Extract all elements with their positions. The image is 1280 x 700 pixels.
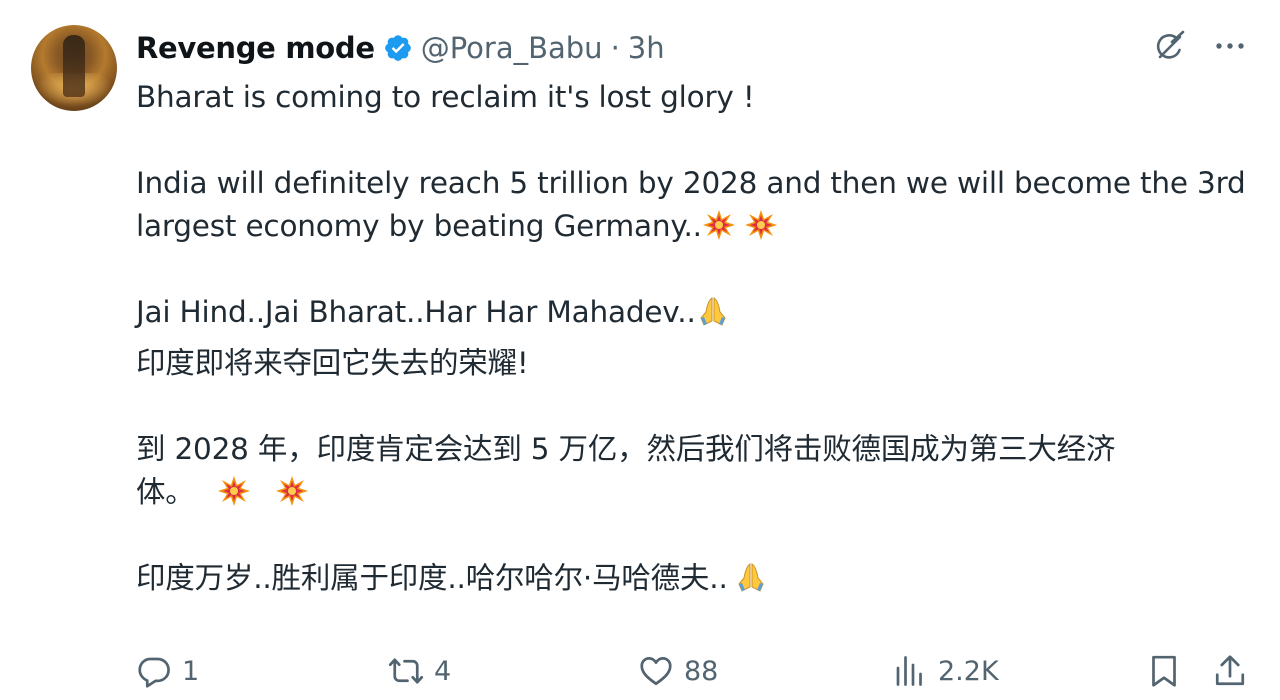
- repost-icon: [388, 658, 424, 684]
- tweet-line: 印度万岁..胜利属于印度..哈尔哈尔·马哈德夫..: [136, 557, 1246, 600]
- share-icon: [1215, 655, 1245, 686]
- reply-icon: [138, 657, 170, 688]
- tweet-line: 体。: [136, 471, 1246, 514]
- tweet-line-text: 印度万岁..胜利属于印度..哈尔哈尔·马哈德夫..: [136, 561, 728, 595]
- reply-button[interactable]: 1: [136, 648, 199, 694]
- tweet-line-text: Jai Hind..Jai Bharat..Har Har Mahadev..: [136, 295, 696, 329]
- tweet-timestamp[interactable]: 3h: [628, 31, 665, 65]
- bookmark-icon: [1152, 655, 1176, 687]
- bookmark-button[interactable]: [1146, 648, 1182, 694]
- collision-emoji: [217, 476, 250, 506]
- verified-badge-icon: [384, 35, 411, 61]
- views-button[interactable]: 2.2K: [892, 648, 999, 694]
- folded-hands-emoji: [700, 297, 726, 326]
- tweet-line: Bharat is coming to reclaim it's lost gl…: [136, 80, 755, 114]
- tweet-text: Bharat is coming to reclaim it's lost gl…: [136, 76, 1246, 600]
- like-button[interactable]: 88: [638, 648, 718, 694]
- grok-icon[interactable]: [1152, 28, 1188, 64]
- tweet-top-actions: [1152, 28, 1248, 64]
- tweet-line: 到 2028 年，印度肯定会达到 5 万亿，然后我们将击败德国成为第三大经济: [136, 432, 1116, 466]
- repost-button[interactable]: 4: [388, 648, 451, 694]
- tweet-line: largest economy by beating Germany..: [136, 205, 1246, 248]
- share-button[interactable]: [1212, 648, 1248, 694]
- tweet-line: 印度即将来夺回它失去的荣耀!: [136, 346, 529, 380]
- author-name[interactable]: Revenge mode: [136, 31, 375, 65]
- tweet-action-bar: 1 4 88 2.2K: [136, 648, 1248, 694]
- author-avatar[interactable]: [31, 25, 117, 111]
- tweet-line: Jai Hind..Jai Bharat..Har Har Mahadev..: [136, 291, 1246, 334]
- folded-hands-emoji: [738, 563, 764, 592]
- reply-count: 1: [182, 655, 200, 687]
- collision-emoji: [744, 210, 777, 240]
- tweet-line-text: largest economy by beating Germany..: [136, 209, 702, 243]
- tweet-line: India will definitely reach 5 trillion b…: [136, 166, 1246, 200]
- repost-count: 4: [434, 655, 452, 687]
- collision-emoji: [702, 210, 735, 240]
- views-count: 2.2K: [938, 655, 999, 687]
- avatar-figure: [63, 35, 85, 97]
- collision-emoji: [275, 476, 308, 506]
- views-icon: [896, 656, 922, 686]
- tweet-header: Revenge mode @Pora_Babu · 3h: [136, 27, 665, 69]
- like-count: 88: [684, 655, 719, 687]
- tweet-line-text: 体。: [136, 475, 195, 509]
- author-handle[interactable]: @Pora_Babu: [421, 31, 603, 65]
- more-icon[interactable]: [1212, 28, 1248, 64]
- heart-icon: [640, 657, 672, 686]
- header-separator: ·: [610, 31, 620, 65]
